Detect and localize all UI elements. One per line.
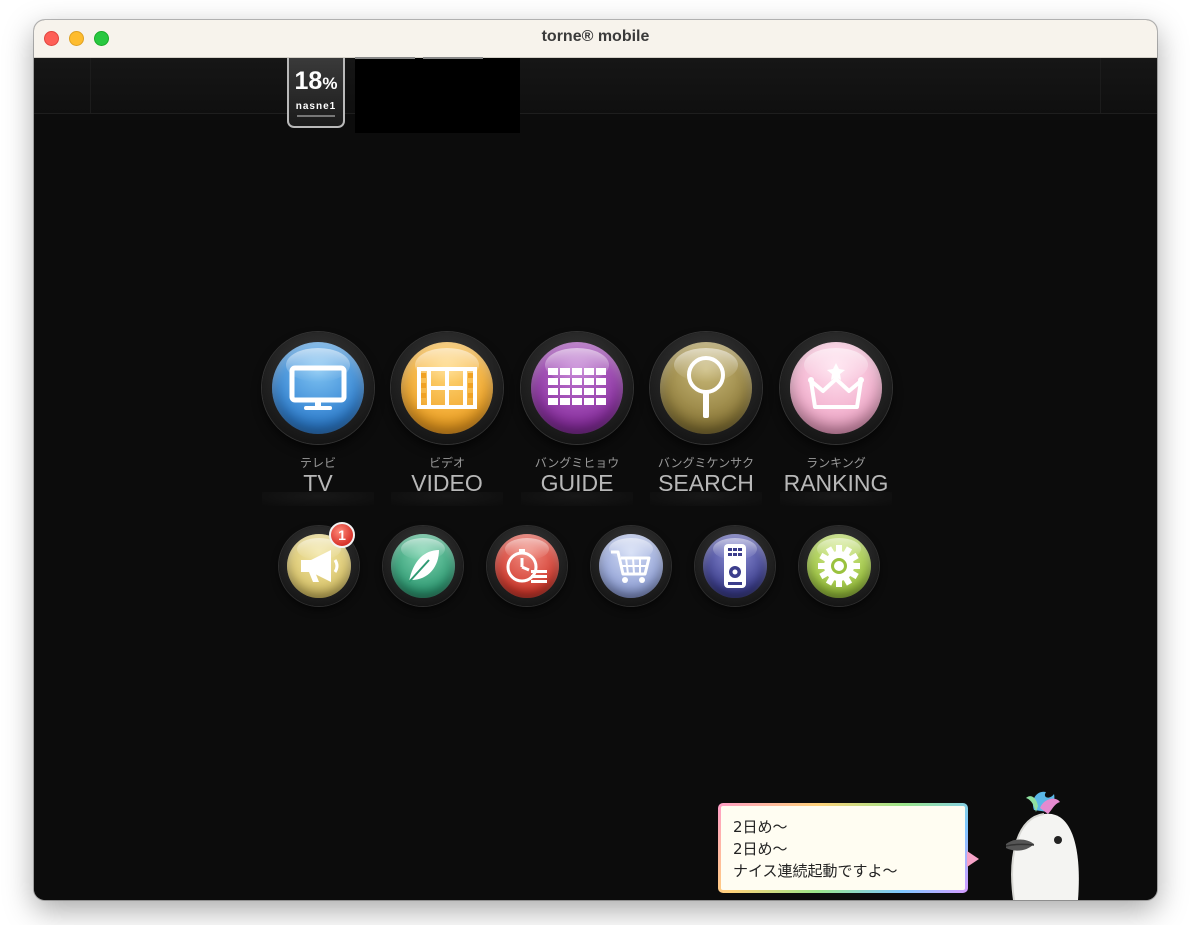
cart-icon	[599, 534, 663, 598]
preview-tab	[355, 57, 415, 59]
top-bar	[34, 58, 1157, 114]
news-button[interactable]: 1	[279, 522, 359, 606]
bubble-tail	[967, 851, 979, 867]
toro-mascot[interactable]	[994, 788, 1090, 900]
tv-preview[interactable]	[355, 57, 520, 133]
reflection	[780, 492, 892, 506]
bubble-line-3: ナイス連続起動ですよ〜	[733, 862, 898, 880]
film-icon	[401, 342, 493, 434]
reflection	[262, 492, 374, 506]
storage-device-name: nasne1	[295, 101, 337, 112]
timer-list-icon	[495, 534, 559, 598]
store-button[interactable]	[591, 526, 671, 606]
bubble-line-1: 2日め〜	[733, 818, 788, 836]
reflection	[391, 492, 503, 506]
timer-list-button[interactable]	[487, 526, 567, 606]
tv-icon	[272, 342, 364, 434]
bubble-line-2: 2日め〜	[733, 840, 788, 858]
reflection	[521, 492, 633, 506]
magnifier-icon	[660, 342, 752, 434]
storage-bar	[297, 115, 335, 120]
remote-button[interactable]	[695, 526, 775, 606]
storage-percent: 18	[294, 67, 323, 95]
settings-button[interactable]	[799, 526, 879, 606]
feed-button[interactable]	[383, 526, 463, 606]
window-title: torne® mobile	[541, 28, 650, 45]
notification-badge: 1	[329, 522, 355, 548]
gear-icon	[807, 534, 871, 598]
storage-percent-unit: %	[322, 74, 338, 93]
preview-tab	[423, 57, 483, 59]
remote-icon	[703, 534, 767, 598]
menu-ranking-kana: ランキング	[806, 456, 866, 470]
mascot-speech-bubble[interactable]: 2日め〜 2日め〜 ナイス連続起動ですよ〜	[718, 803, 979, 893]
storage-indicator[interactable]: 18% nasne1	[287, 58, 345, 128]
app-content: 18% nasne1 テレビ TV ビデオ VIDEO バングミヒョウ GUID…	[34, 57, 1157, 900]
crown-icon	[790, 342, 882, 434]
leaf-icon	[391, 534, 455, 598]
grid-icon	[531, 342, 623, 434]
title-bar: torne® mobile	[34, 20, 1157, 58]
reflection	[650, 492, 762, 506]
app-window: torne® mobile 18% nasne1 テレビ TV ビデオ VIDE…	[34, 20, 1157, 900]
top-bar-segment	[1100, 58, 1157, 113]
top-bar-segment	[34, 58, 91, 113]
